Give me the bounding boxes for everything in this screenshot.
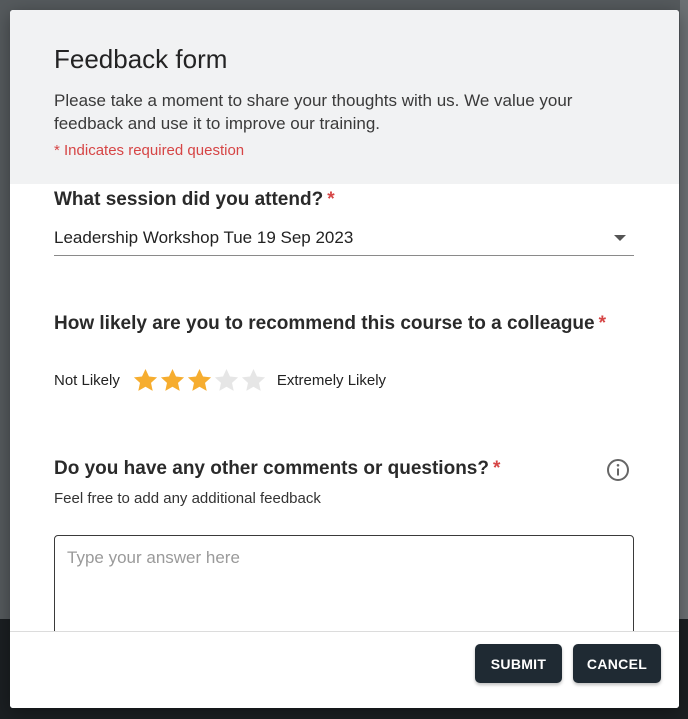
cancel-button[interactable]: CANCEL	[573, 644, 661, 683]
page-backdrop	[680, 0, 688, 719]
session-select-value: Leadership Workshop Tue 19 Sep 2023	[54, 228, 354, 247]
question-text: Do you have any other comments or questi…	[54, 458, 489, 479]
required-marker: *	[492, 458, 501, 479]
star-icon[interactable]	[159, 367, 186, 394]
chevron-down-icon	[614, 235, 626, 241]
comments-hint: Feel free to add any additional feedback	[54, 490, 321, 507]
submit-button[interactable]: SUBMIT	[475, 644, 562, 683]
rating-low-label: Not Likely	[54, 371, 120, 389]
rating-row: Not Likely Extremely Likely	[54, 365, 386, 395]
question-text: What session did you attend?	[54, 189, 324, 210]
session-select[interactable]: Leadership Workshop Tue 19 Sep 2023	[54, 224, 634, 256]
star-icon[interactable]	[186, 367, 213, 394]
rating-high-label: Extremely Likely	[276, 371, 387, 389]
star-icon[interactable]	[240, 367, 267, 394]
star-icon[interactable]	[213, 367, 240, 394]
modal-header: Feedback form Please take a moment to sh…	[10, 10, 679, 184]
required-marker: *	[327, 189, 335, 210]
form-title: Feedback form	[54, 44, 228, 74]
question-comments-label: Do you have any other comments or questi…	[54, 458, 500, 480]
star-icon[interactable]	[132, 367, 159, 394]
question-session-label: What session did you attend? *	[54, 189, 335, 211]
star-rating	[132, 367, 267, 394]
required-marker: *	[598, 313, 607, 334]
required-note: * Indicates required question	[54, 142, 245, 159]
comments-textarea[interactable]	[54, 535, 634, 645]
question-text: How likely are you to recommend this cou…	[54, 313, 595, 334]
modal-footer: SUBMIT CANCEL	[10, 631, 679, 708]
form-description: Please take a moment to share your thoug…	[54, 91, 573, 133]
info-icon[interactable]	[606, 458, 630, 482]
question-recommend-label: How likely are you to recommend this cou…	[54, 313, 606, 335]
feedback-modal: Feedback form Please take a moment to sh…	[10, 10, 679, 708]
